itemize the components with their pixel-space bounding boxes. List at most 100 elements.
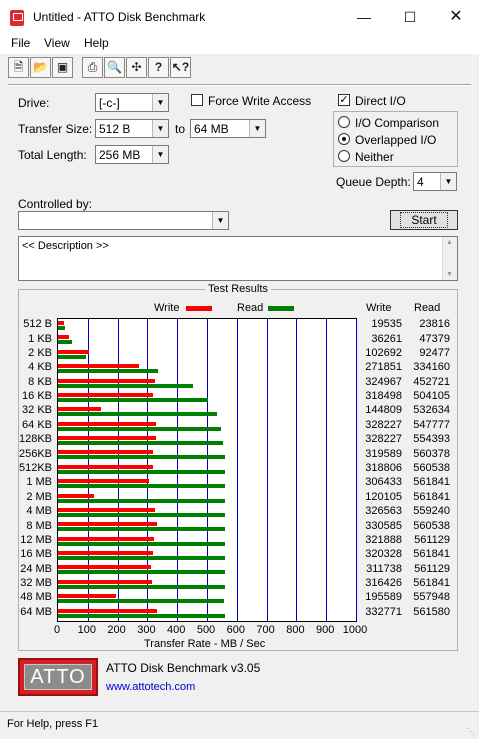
menu-help[interactable]: Help (84, 36, 109, 50)
description-box[interactable]: << Description >> ▲ ▼ (18, 236, 458, 281)
chart-bar-read (58, 469, 226, 474)
description-scrollbar[interactable]: ▲ ▼ (442, 237, 457, 280)
transfer-to-label: to (175, 122, 186, 136)
minimize-button[interactable]: — (341, 0, 387, 34)
chart-bar-read (58, 570, 226, 575)
write-value-cell: 332771 (365, 605, 402, 618)
read-value-cell: 561841 (413, 577, 450, 590)
write-value-cell: 102692 (365, 346, 402, 359)
chart-bar-read (58, 613, 226, 618)
chart-bar-read (58, 441, 224, 446)
atto-logo-text: ATTO (24, 664, 92, 690)
chart-bar-write (58, 579, 153, 584)
write-value-cell: 318498 (365, 390, 402, 403)
read-value-cell: 557948 (413, 591, 450, 604)
chart-bar-write (58, 364, 139, 369)
chart-bar-write (58, 464, 153, 469)
force-write-checkbox[interactable] (191, 94, 203, 106)
total-length-label: Total Length: (18, 148, 87, 162)
print-preview-icon[interactable]: 🔍 (104, 57, 125, 78)
chart-bar-read (58, 426, 222, 431)
maximize-button[interactable]: ☐ (387, 0, 433, 34)
read-value-cell: 561841 (413, 490, 450, 503)
chart-category-label: 512 B (23, 318, 52, 331)
start-button-label: Start (400, 212, 448, 228)
read-value-cell: 560538 (413, 462, 450, 474)
menu-bar: File View Help (0, 34, 479, 54)
chart-bar-write (58, 608, 158, 613)
chart-category-label: 128KB (18, 433, 52, 446)
read-column-header: Read (414, 302, 441, 314)
read-value-cell: 452721 (413, 375, 450, 388)
chart-bar-write (58, 321, 64, 325)
context-help-icon[interactable]: ↖? (170, 57, 191, 78)
transfer-from-select[interactable]: 512 B ▼ (95, 119, 169, 138)
total-length-value: 256 MB (99, 148, 141, 162)
chart-bar-write (58, 450, 154, 455)
write-value-cell: 271851 (365, 361, 402, 374)
read-value-cell: 47379 (419, 332, 450, 345)
chart-category-label: 64 MB (20, 605, 52, 618)
chart-category-label: 8 MB (26, 519, 52, 532)
close-button[interactable]: ✕ (433, 0, 479, 34)
menu-view[interactable]: View (44, 36, 70, 50)
read-value-cell: 561841 (413, 476, 450, 489)
write-value-cell: 19535 (371, 318, 402, 331)
open-icon[interactable]: 📂 (30, 57, 51, 78)
write-value-cell: 318806 (365, 462, 402, 474)
print-icon[interactable]: ⎙ (82, 57, 103, 78)
chart-x-tick-label: 800 (286, 624, 305, 636)
chart-x-tick-label: 0 (53, 624, 61, 636)
chart-bar-read (58, 326, 66, 330)
chart-category-label: 16 MB (20, 548, 52, 561)
write-column-header: Write (366, 302, 392, 314)
overlapped-io-label: Overlapped I/O (355, 133, 437, 147)
drive-value: [-c-] (99, 96, 120, 110)
chart-category-label: 2 MB (26, 490, 52, 503)
chevron-down-icon: ▼ (152, 146, 168, 163)
start-button[interactable]: Start (390, 210, 458, 230)
transfer-to-select[interactable]: 64 MB ▼ (190, 119, 266, 138)
overlapped-io-radio[interactable] (338, 133, 350, 145)
title-bar: Untitled - ATTO Disk Benchmark — ☐ ✕ (0, 0, 479, 34)
chart-category-label: 32 MB (20, 577, 52, 590)
chart-category-label: 64 KB (22, 418, 52, 431)
read-value-cell: 561580 (413, 605, 450, 618)
resize-grip-icon[interactable]: ⋱ (467, 727, 477, 737)
queue-depth-value: 4 (417, 175, 424, 189)
toolbar: 🗎 📂 ▣ ⎙ 🔍 ✣? ↖? (8, 57, 192, 81)
chart-bar-read (58, 512, 225, 517)
move-icon[interactable]: ✣ (126, 57, 147, 78)
status-bar: For Help, press F1 ⋱ (0, 711, 479, 739)
save-icon[interactable]: ▣ (52, 57, 73, 78)
chart-category-label: 256KB (18, 447, 52, 460)
write-value-cell: 319589 (365, 447, 402, 460)
chart-gridline (296, 319, 297, 621)
write-value-cell: 120105 (365, 490, 402, 503)
chart-x-tick-label: 900 (316, 624, 335, 636)
read-value-cell: 532634 (413, 404, 450, 417)
chart-bar-write (58, 349, 89, 354)
atto-website-link[interactable]: www.attotech.com (106, 681, 195, 693)
chart-bar-read (58, 383, 193, 388)
chart-bar-read (58, 397, 209, 402)
write-value-cell: 330585 (365, 519, 402, 532)
io-comparison-radio[interactable] (338, 116, 350, 128)
chart-bar-read (58, 556, 226, 561)
chart-bar-write (58, 536, 154, 541)
chart-bar-read (58, 369, 158, 374)
neither-radio[interactable] (338, 150, 350, 162)
help-icon[interactable]: ? (148, 57, 169, 78)
total-length-select[interactable]: 256 MB ▼ (95, 145, 169, 164)
drive-select[interactable]: [-c-] ▼ (95, 93, 169, 112)
queue-depth-select[interactable]: 4 ▼ (413, 172, 457, 191)
product-version: ATTO Disk Benchmark v3.05 (106, 661, 261, 675)
new-icon[interactable]: 🗎 (8, 57, 29, 78)
chart-bar-write (58, 551, 154, 556)
write-value-cell: 321888 (365, 533, 402, 546)
controlled-by-select[interactable]: ▼ (18, 211, 229, 230)
read-value-cell: 561841 (413, 548, 450, 561)
read-value-cell: 23816 (419, 318, 450, 331)
direct-io-checkbox[interactable]: ✓ (338, 94, 350, 106)
menu-file[interactable]: File (11, 36, 30, 50)
